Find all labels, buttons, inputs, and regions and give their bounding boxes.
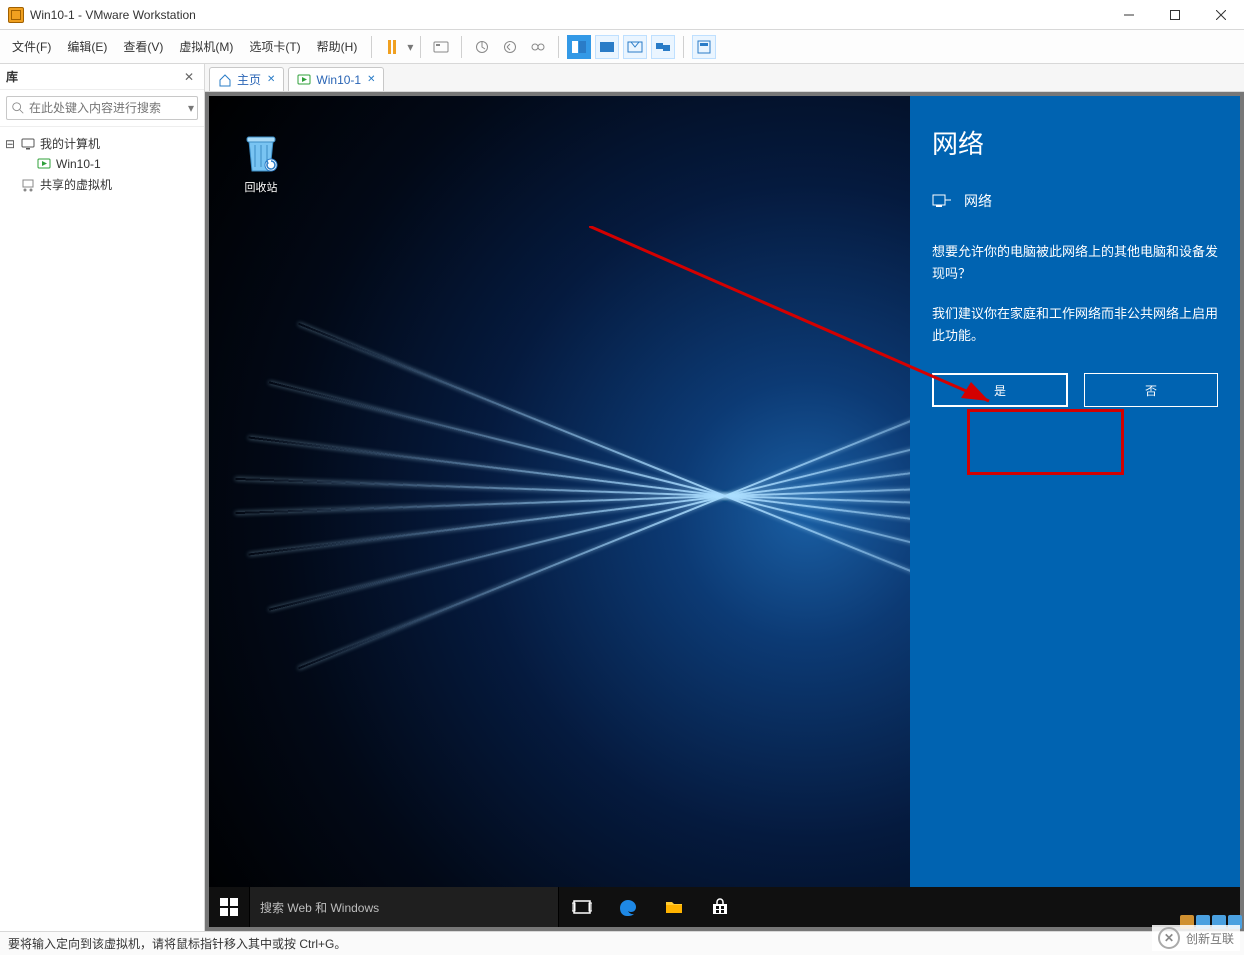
taskbar-search-placeholder: 搜索 Web 和 Windows — [260, 899, 379, 916]
watermark: ✕ 创新互联 — [1152, 925, 1240, 951]
close-button[interactable] — [1198, 0, 1244, 30]
menu-edit[interactable]: 编辑(E) — [59, 34, 115, 59]
tab-vm[interactable]: Win10-1 ✕ — [288, 67, 384, 91]
titlebar: Win10-1 - VMware Workstation — [0, 0, 1244, 30]
tree-shared-vms[interactable]: 共享的虚拟机 — [4, 174, 200, 195]
tab-vm-label: Win10-1 — [316, 73, 361, 87]
snapshot-button[interactable] — [470, 35, 494, 59]
tree-vm-win10[interactable]: Win10-1 — [4, 154, 200, 174]
search-icon — [11, 101, 25, 115]
view-console-button[interactable] — [567, 35, 591, 59]
statusbar: 要将输入定向到该虚拟机，请将鼠标指针移入其中或按 Ctrl+G。 — [0, 931, 1244, 955]
menu-tabs[interactable]: 选项卡(T) — [241, 34, 308, 59]
library-search[interactable]: ▾ — [6, 96, 198, 120]
annotation-highlight-box — [967, 409, 1124, 475]
ethernet-icon — [932, 191, 952, 211]
menu-file[interactable]: 文件(F) — [4, 34, 59, 59]
tab-home-label: 主页 — [237, 71, 261, 88]
tree-collapse-icon[interactable]: ⊟ — [4, 137, 16, 151]
snapshot-revert-button[interactable] — [498, 35, 522, 59]
network-yes-button[interactable]: 是 — [932, 373, 1068, 407]
vmware-app-icon — [8, 7, 24, 23]
network-flyout-title: 网络 — [932, 124, 1218, 161]
view-unity-button[interactable] — [623, 35, 647, 59]
main-pane: 主页 ✕ Win10-1 ✕ — [205, 64, 1244, 931]
menu-help[interactable]: 帮助(H) — [309, 34, 366, 59]
menu-view[interactable]: 查看(V) — [115, 34, 171, 59]
tree-shared-label: 共享的虚拟机 — [40, 176, 112, 193]
tree-my-computer-label: 我的计算机 — [40, 135, 100, 152]
computer-icon — [20, 136, 36, 152]
network-question-1: 想要允许你的电脑被此网络上的其他电脑和设备发现吗？ — [932, 241, 1218, 285]
vm-running-icon — [36, 156, 52, 172]
recycle-bin-icon[interactable]: 回收站 — [229, 131, 293, 195]
view-fullscreen-button[interactable] — [595, 35, 619, 59]
network-question-2: 我们建议你在家庭和工作网络而非公共网络上启用此功能。 — [932, 303, 1218, 347]
window-title: Win10-1 - VMware Workstation — [30, 8, 196, 22]
send-ctrl-alt-del-button[interactable] — [429, 35, 453, 59]
guest-screen[interactable]: 回收站 网络 网络 想要允许你的电脑被此网络上的其他电脑和设备发现吗？ 我们建议… — [209, 96, 1240, 927]
snapshot-manager-button[interactable] — [526, 35, 550, 59]
view-library-button[interactable] — [692, 35, 716, 59]
network-flyout-subtitle: 网络 — [964, 191, 992, 211]
watermark-text: 创新互联 — [1186, 930, 1234, 947]
guest-desktop[interactable]: 回收站 网络 网络 想要允许你的电脑被此网络上的其他电脑和设备发现吗？ 我们建议… — [209, 96, 1240, 927]
tab-home-close[interactable]: ✕ — [267, 74, 275, 85]
taskbar-search[interactable]: 搜索 Web 和 Windows — [249, 887, 559, 927]
library-title: 库 — [6, 68, 184, 85]
watermark-logo-icon: ✕ — [1158, 927, 1180, 949]
library-sidebar: 库 ✕ ▾ ⊟ 我的计算机 Win10-1 — [0, 64, 205, 931]
pause-vm-button[interactable] — [380, 35, 404, 59]
tab-vm-close[interactable]: ✕ — [367, 74, 375, 85]
vm-tab-icon — [297, 73, 311, 87]
guest-taskbar: 搜索 Web 和 Windows — [209, 887, 1240, 927]
tree-vm-label: Win10-1 — [56, 157, 101, 171]
task-view-button[interactable] — [559, 887, 605, 927]
menu-vm[interactable]: 虚拟机(M) — [171, 34, 241, 59]
tab-home[interactable]: 主页 ✕ — [209, 67, 284, 91]
network-flyout: 网络 网络 想要允许你的电脑被此网络上的其他电脑和设备发现吗？ 我们建议你在家庭… — [910, 96, 1240, 887]
file-explorer-icon[interactable] — [651, 887, 697, 927]
search-dropdown-icon[interactable]: ▾ — [188, 101, 194, 115]
store-icon[interactable] — [697, 887, 743, 927]
maximize-button[interactable] — [1152, 0, 1198, 30]
view-multi-monitor-button[interactable] — [651, 35, 675, 59]
minimize-button[interactable] — [1106, 0, 1152, 30]
library-search-input[interactable] — [29, 101, 184, 115]
pause-dropdown-icon[interactable]: ▾ — [406, 40, 414, 54]
library-close-button[interactable]: ✕ — [184, 70, 198, 84]
menubar: 文件(F) 编辑(E) 查看(V) 虚拟机(M) 选项卡(T) 帮助(H) ▾ — [0, 30, 1244, 64]
statusbar-text: 要将输入定向到该虚拟机，请将鼠标指针移入其中或按 Ctrl+G。 — [8, 935, 346, 952]
start-button[interactable] — [209, 887, 249, 927]
tree-my-computer[interactable]: ⊟ 我的计算机 — [4, 133, 200, 154]
home-icon — [218, 73, 232, 87]
edge-browser-icon[interactable] — [605, 887, 651, 927]
tabbar: 主页 ✕ Win10-1 ✕ — [205, 64, 1244, 92]
recycle-bin-label: 回收站 — [229, 179, 293, 195]
network-no-button[interactable]: 否 — [1084, 373, 1218, 407]
library-tree: ⊟ 我的计算机 Win10-1 共享的虚拟机 — [0, 127, 204, 931]
shared-vms-icon — [20, 177, 36, 193]
